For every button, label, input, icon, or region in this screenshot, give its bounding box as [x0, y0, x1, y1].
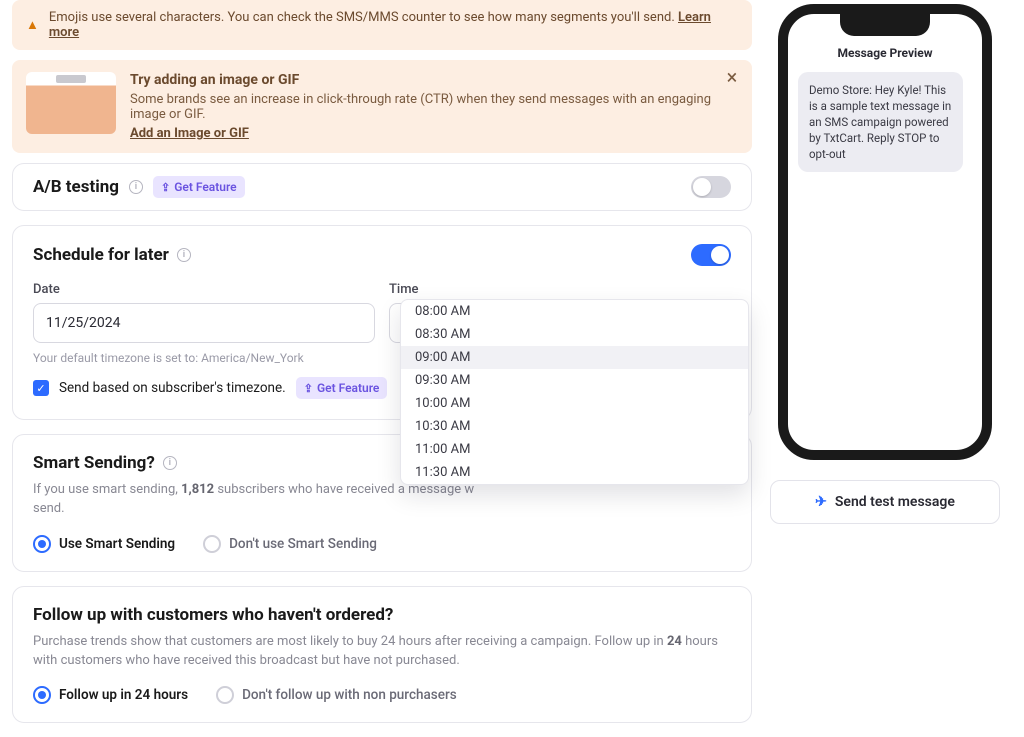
time-option[interactable]: 11:30 AM: [401, 461, 748, 484]
emoji-note-banner: ▲ Emojis use several characters. You can…: [12, 0, 752, 50]
subscriber-timezone-checkbox[interactable]: ✓: [33, 380, 49, 396]
banner-thumbnail: [26, 72, 116, 134]
get-feature-label: Get Feature: [317, 381, 379, 395]
send-test-label: Send test message: [835, 494, 955, 510]
smart-desc: If you use smart sending, 1,812 subscrib…: [33, 481, 731, 519]
info-icon[interactable]: i: [129, 180, 143, 194]
date-label: Date: [33, 282, 375, 297]
image-gif-banner: Try adding an image or GIF Some brands s…: [12, 60, 752, 153]
use-smart-sending-radio[interactable]: Use Smart Sending: [33, 535, 175, 553]
warning-icon: ▲: [26, 17, 39, 33]
image-banner-desc: Some brands see an increase in click-thr…: [130, 92, 738, 122]
time-option[interactable]: 10:30 AM: [401, 415, 748, 438]
upgrade-icon: ⇪: [161, 181, 170, 194]
smart-title: Smart Sending?: [33, 453, 155, 473]
time-option[interactable]: 09:30 AM: [401, 369, 748, 392]
followup-title: Follow up with customers who haven't ord…: [33, 605, 393, 625]
timezone-help: Your default timezone is set to: America…: [33, 351, 375, 365]
date-value: 11/25/2024: [46, 315, 121, 331]
time-option[interactable]: 10:00 AM: [401, 392, 748, 415]
info-icon[interactable]: i: [177, 248, 191, 262]
get-feature-badge[interactable]: ⇪ Get Feature: [296, 377, 388, 399]
get-feature-label: Get Feature: [174, 180, 236, 194]
time-dropdown[interactable]: 08:00 AM08:30 AM09:00 AM09:30 AM10:00 AM…: [400, 299, 749, 485]
ab-title: A/B testing: [33, 177, 119, 197]
schedule-toggle[interactable]: [691, 244, 731, 266]
send-test-button[interactable]: ✈ Send test message: [770, 480, 1000, 524]
subscriber-timezone-label: Send based on subscriber's timezone.: [59, 380, 286, 396]
add-image-link[interactable]: Add an Image or GIF: [130, 126, 249, 141]
upgrade-icon: ⇪: [304, 382, 313, 395]
followup-desc: Purchase trends show that customers are …: [33, 633, 731, 671]
get-feature-badge[interactable]: ⇪ Get Feature: [153, 176, 245, 198]
time-option[interactable]: 11:00 AM: [401, 438, 748, 461]
phone-notch: [840, 14, 930, 36]
schedule-title: Schedule for later: [33, 245, 169, 265]
close-icon[interactable]: ×: [722, 68, 742, 88]
date-input[interactable]: 11/25/2024: [33, 303, 375, 343]
dont-followup-radio[interactable]: Don't follow up with non purchasers: [216, 686, 457, 704]
message-bubble: Demo Store: Hey Kyle! This is a sample t…: [798, 72, 963, 172]
time-option[interactable]: 09:00 AM: [401, 346, 748, 369]
followup-24h-radio[interactable]: Follow up in 24 hours: [33, 686, 188, 704]
followup-card: Follow up with customers who haven't ord…: [12, 586, 752, 724]
time-option[interactable]: 08:00 AM: [401, 300, 748, 323]
ab-toggle[interactable]: [691, 176, 731, 198]
send-icon: ✈: [815, 494, 827, 510]
time-label: Time: [389, 282, 731, 297]
emoji-note-text: Emojis use several characters. You can c…: [49, 10, 675, 25]
ab-testing-card: A/B testing i ⇪ Get Feature: [12, 163, 752, 211]
time-option[interactable]: 08:30 AM: [401, 323, 748, 346]
phone-preview: Message Preview Demo Store: Hey Kyle! Th…: [778, 4, 992, 460]
info-icon[interactable]: i: [163, 456, 177, 470]
preview-header: Message Preview: [798, 46, 972, 60]
image-banner-title: Try adding an image or GIF: [130, 72, 738, 88]
dont-use-smart-sending-radio[interactable]: Don't use Smart Sending: [203, 535, 377, 553]
